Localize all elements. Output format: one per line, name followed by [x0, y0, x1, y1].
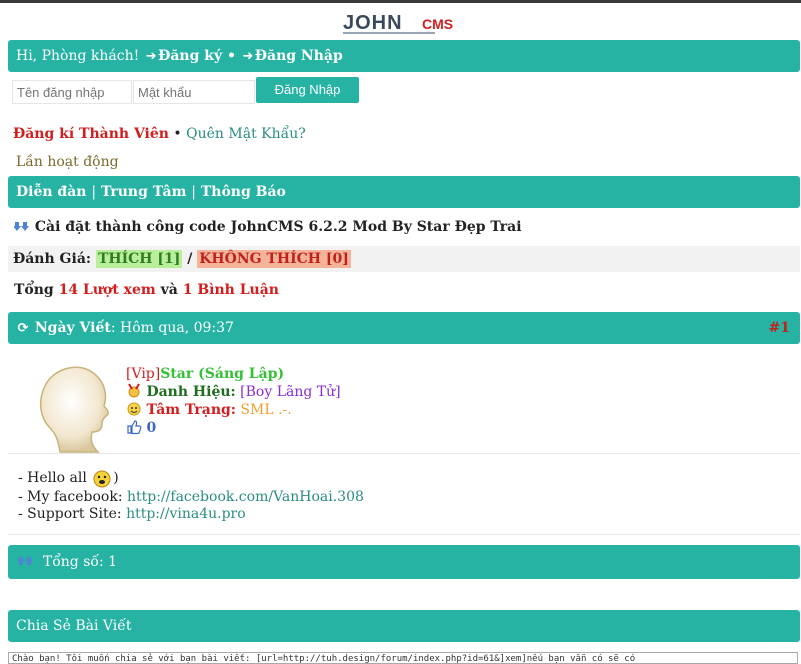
dislike-button[interactable]: KHÔNG THÍCH [0] [197, 250, 351, 268]
login-form: Đăng Nhập [8, 72, 800, 120]
divider [8, 453, 800, 454]
title-label: Danh Hiệu: [146, 384, 236, 400]
password-input[interactable] [133, 80, 255, 104]
content-line: - My facebook: http://facebook.com/VanHo… [18, 489, 364, 506]
header-separator: • [226, 48, 236, 64]
thumbs-up-icon[interactable] [126, 419, 142, 435]
like-button[interactable]: THÍCH [1] [95, 250, 183, 268]
links-separator: • [173, 126, 182, 142]
rating-label: Đánh Giá: [13, 251, 92, 267]
share-title: Chia Sẻ Bài Viết [16, 618, 132, 634]
author-prefix: [Vip] [126, 366, 161, 382]
account-links: Đăng kí Thành Viên • Quên Mật Khẩu? [8, 120, 800, 148]
top-border [0, 0, 801, 3]
post-body: [Vip]Star (Sáng Lập) Danh Hiệu: [Boy Lãn… [8, 344, 800, 539]
total-bar: Tổng số: 1 [8, 545, 800, 579]
likes-count: 0 [146, 420, 157, 436]
nav-center[interactable]: Trung Tâm [101, 184, 186, 200]
mood-line: Tâm Trạng: SML .-. [126, 401, 341, 419]
topic-title-row: Cài đặt thành công code JohnCMS 6.2.2 Mo… [8, 208, 800, 246]
rating-row: Đánh Giá: THÍCH [1] / KHÔNG THÍCH [0] [8, 246, 800, 272]
forgot-password-link[interactable]: Quên Mật Khẩu? [186, 126, 306, 142]
nav-separator: | [91, 184, 97, 200]
support-site-link[interactable]: http://vina4u.pro [126, 506, 246, 522]
register-member-link[interactable]: Đăng kí Thành Viên [13, 126, 169, 142]
content-line: - Support Site: http://vina4u.pro [18, 506, 364, 523]
post-number[interactable]: #1 [769, 312, 790, 344]
share-textarea[interactable]: Chào bạn! Tôi muốn chia sẻ với bạn bài v… [8, 652, 798, 664]
register-link[interactable]: Đăng ký [158, 48, 222, 64]
double-arrow-down-icon [14, 222, 29, 231]
double-arrow-up-icon [18, 556, 33, 565]
avatar [39, 366, 109, 453]
content-text: - My facebook: [18, 489, 123, 505]
username-input[interactable] [12, 80, 132, 104]
content-text: - Support Site: [18, 506, 122, 522]
total-count: Tổng số: 1 [42, 554, 118, 570]
title-line: Danh Hiệu: [Boy Lãng Tử] [126, 383, 341, 401]
login-link[interactable]: Đăng Nhập [255, 48, 343, 64]
author-name[interactable]: Star (Sáng Lập) [160, 366, 284, 382]
logo-text-small: CMS [422, 16, 453, 32]
topic-title: Cài đặt thành công code JohnCMS 6.2.2 Mo… [34, 219, 522, 235]
medal-icon [128, 383, 140, 398]
johncms-logo[interactable]: JOHN CMS [343, 12, 465, 36]
content-text: ) [113, 470, 119, 486]
post-header-bar: ⟳ Ngày Viết: Hôm qua, 09:37 #1 [8, 312, 800, 344]
views-count: 14 Lượt xem [58, 282, 156, 298]
post-date-label: Ngày Viết [34, 320, 111, 336]
likes-line: 0 [126, 419, 341, 437]
rating-slash: / [187, 251, 193, 267]
logo-text: JOHN [343, 12, 403, 34]
comments-count: 1 Bình Luận [182, 282, 279, 298]
author-info: [Vip]Star (Sáng Lập) Danh Hiệu: [Boy Lãn… [126, 365, 341, 437]
breadcrumb-bar: Diễn đàn | Trung Tâm | Thông Báo [8, 176, 800, 208]
greeting-text: Hi, Phòng khách! [16, 48, 140, 64]
login-icon: ➜ [242, 49, 254, 64]
title-value: [Boy Lãng Tử] [240, 384, 341, 400]
share-bar: Chia Sẻ Bài Viết [8, 610, 800, 642]
activity-link[interactable]: Lần hoạt động [8, 148, 800, 176]
mood-label: Tâm Trạng: [146, 402, 236, 418]
stats-and: và [160, 282, 178, 298]
facebook-link[interactable]: http://facebook.com/VanHoai.308 [127, 489, 364, 505]
post-content: - Hello all ) - My facebook: http://face… [18, 467, 364, 523]
author-line: [Vip]Star (Sáng Lập) [126, 365, 341, 383]
login-submit-button[interactable]: Đăng Nhập [256, 77, 359, 103]
mood-value: SML .-. [240, 402, 292, 418]
nav-separator: | [191, 184, 196, 200]
content-line: - Hello all ) [18, 467, 364, 489]
nav-announcements[interactable]: Thông Báo [201, 184, 286, 200]
divider [8, 534, 800, 535]
stats-row: Tổng 14 Lượt xem và 1 Bình Luận [8, 272, 800, 312]
mood-smiley-icon [127, 402, 141, 416]
user-header-bar: Hi, Phòng khách! ➜ Đăng ký • ➜ Đăng Nhập [8, 40, 800, 72]
nav-forum[interactable]: Diễn đàn [16, 184, 86, 200]
post-date-value: : Hôm qua, 09:37 [110, 320, 234, 336]
sign-in-icon: ➜ [145, 49, 157, 64]
refresh-icon: ⟳ [17, 321, 29, 336]
smiley-emoticon-icon [93, 470, 111, 488]
stats-prefix: Tổng [14, 282, 54, 298]
content-text: - Hello all [18, 470, 87, 486]
